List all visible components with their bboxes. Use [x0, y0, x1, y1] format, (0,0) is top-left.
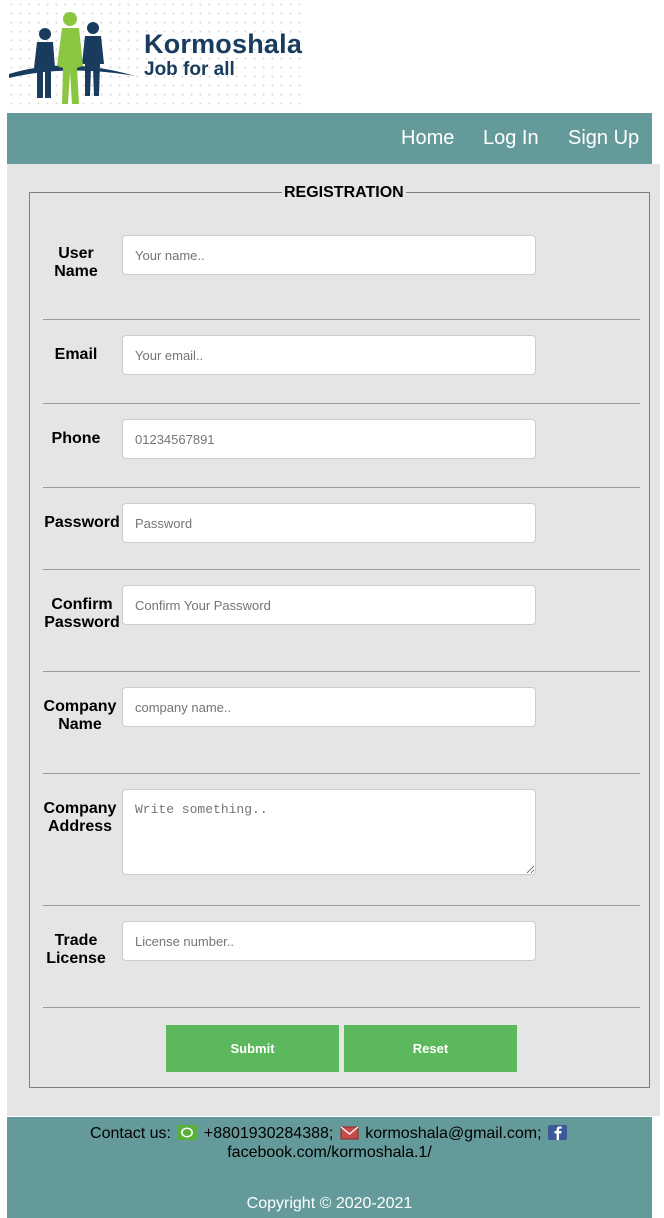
main-content: REGISTRATION User Name Email Phone Passw… [7, 164, 660, 1116]
form-legend: REGISTRATION [282, 184, 406, 202]
top-navbar: Home Log In Sign Up [7, 113, 652, 164]
confirm-password-label: Confirm Password [44, 596, 120, 631]
nav-home-link[interactable]: Home [401, 127, 454, 150]
contact-facebook[interactable]: facebook.com/kormoshala.1/ [227, 1144, 432, 1161]
people-silhouette-icon [9, 12, 135, 104]
phone-label: Phone [51, 430, 101, 447]
registration-form: REGISTRATION User Name Email Phone Passw… [29, 184, 650, 1088]
contact-line-facebook: facebook.com/kormoshala.1/ [7, 1144, 652, 1162]
divider [43, 905, 640, 906]
brand-tagline: Job for all [144, 59, 235, 80]
trade-license-input[interactable] [122, 921, 536, 961]
company-address-label: Company Address [43, 800, 117, 835]
trade-license-label: Trade License [46, 932, 106, 967]
copyright-text: Copyright © 2020-2021 [246, 1195, 413, 1212]
divider [43, 569, 640, 570]
mail-icon [340, 1126, 359, 1140]
divider [43, 487, 640, 488]
company-address-textarea[interactable] [122, 789, 536, 875]
contact-line: Contact us: +8801930284388; kormoshala@g… [7, 1125, 652, 1143]
email-input[interactable] [122, 335, 536, 375]
divider [43, 403, 640, 404]
user-name-input[interactable] [122, 235, 536, 275]
divider [43, 1007, 640, 1008]
facebook-icon [547, 1125, 567, 1140]
divider [43, 773, 640, 774]
password-input[interactable] [122, 503, 536, 543]
nav-login-link[interactable]: Log In [483, 127, 539, 150]
nav-signup-link[interactable]: Sign Up [568, 127, 639, 150]
contact-phone: +8801930284388; [203, 1125, 334, 1142]
confirm-password-input[interactable] [122, 585, 536, 625]
brand-name: Kormoshala [144, 29, 303, 59]
company-name-input[interactable] [122, 687, 536, 727]
whatsapp-icon [177, 1125, 198, 1140]
email-label: Email [54, 346, 98, 363]
contact-prefix: Contact us: [90, 1125, 171, 1142]
divider [43, 671, 640, 672]
submit-button[interactable]: Submit [166, 1025, 339, 1072]
reset-button[interactable]: Reset [344, 1025, 517, 1072]
password-label: Password [44, 514, 120, 531]
site-footer: Contact us: +8801930284388; kormoshala@g… [7, 1117, 652, 1218]
user-name-label: User Name [54, 245, 98, 280]
site-logo: Kormoshala Job for all [7, 0, 307, 112]
phone-input[interactable] [122, 419, 536, 459]
contact-email[interactable]: kormoshala@gmail.com; [365, 1125, 541, 1142]
divider [43, 319, 640, 320]
company-name-label: Company Name [43, 698, 117, 733]
